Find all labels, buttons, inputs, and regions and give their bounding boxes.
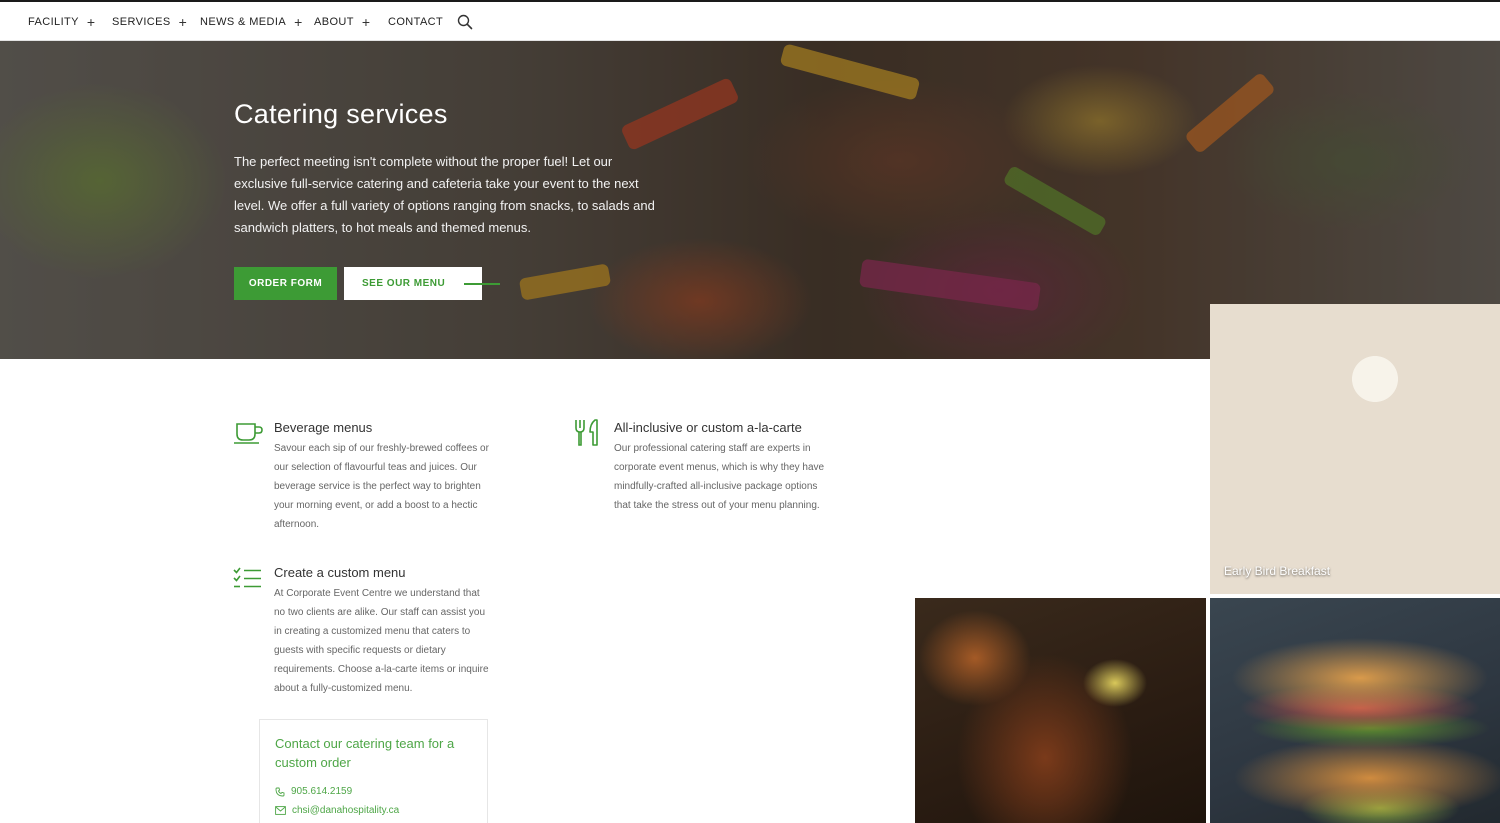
fork-knife-icon — [575, 419, 598, 446]
contact-email[interactable]: chsi@danahospitality.ca — [275, 805, 399, 816]
sandwich-photo-tile[interactable] — [1210, 598, 1500, 823]
main-navigation: FACILITY + SERVICES + NEWS & MEDIA + ABO… — [0, 2, 1500, 41]
plus-icon: + — [178, 13, 188, 30]
plus-icon: + — [361, 13, 371, 30]
nav-label: CONTACT — [388, 15, 444, 28]
breakfast-photo-tile[interactable]: Early Bird Breakfast — [1210, 304, 1500, 594]
nav-item-news-media[interactable]: NEWS & MEDIA + — [200, 2, 303, 41]
coffee-cup-icon — [234, 423, 263, 444]
plus-icon: + — [294, 13, 303, 30]
see-our-menu-label: SEE OUR MENU — [362, 278, 446, 289]
nav-label: SERVICES — [112, 15, 171, 28]
contact-card: Contact our catering team for a custom o… — [259, 719, 488, 823]
see-our-menu-button[interactable]: SEE OUR MENU — [344, 267, 482, 300]
feature-title: Create a custom menu — [274, 565, 406, 580]
phone-number: 905.614.2159 — [291, 786, 353, 797]
plus-icon: + — [86, 13, 96, 30]
envelope-icon — [275, 806, 286, 815]
order-form-button[interactable]: ORDER FORM — [234, 267, 337, 300]
contact-phone[interactable]: 905.614.2159 — [275, 786, 352, 797]
feature-description: Savour each sip of our freshly-brewed co… — [274, 443, 489, 530]
nav-label: FACILITY — [28, 15, 79, 28]
nav-item-contact[interactable]: CONTACT — [388, 2, 443, 41]
phone-icon — [275, 787, 285, 796]
feature-title: Beverage menus — [274, 420, 373, 435]
email-address: chsi@danahospitality.ca — [292, 805, 400, 816]
nav-item-services[interactable]: SERVICES + — [112, 2, 187, 41]
checklist-icon — [233, 567, 261, 588]
arrow-line-icon — [464, 283, 500, 285]
nav-label: ABOUT — [314, 15, 354, 28]
search-icon[interactable] — [457, 14, 473, 30]
feature-description: Our professional catering staff are expe… — [614, 443, 825, 511]
tile-caption: Early Bird Breakfast — [1224, 564, 1331, 578]
contact-title: Contact our catering team for a custom o… — [275, 736, 455, 770]
nav-item-about[interactable]: ABOUT + — [314, 2, 370, 41]
page-title: Catering services — [234, 99, 448, 129]
feature-title: All-inclusive or custom a-la-carte — [614, 420, 802, 435]
hero-description: The perfect meeting isn't complete witho… — [234, 154, 655, 235]
nav-item-facility[interactable]: FACILITY + — [28, 2, 95, 41]
feature-description: At Corporate Event Centre we understand … — [274, 588, 489, 694]
nav-label: NEWS & MEDIA — [200, 15, 287, 28]
grilled-chicken-photo-tile[interactable] — [915, 598, 1206, 823]
